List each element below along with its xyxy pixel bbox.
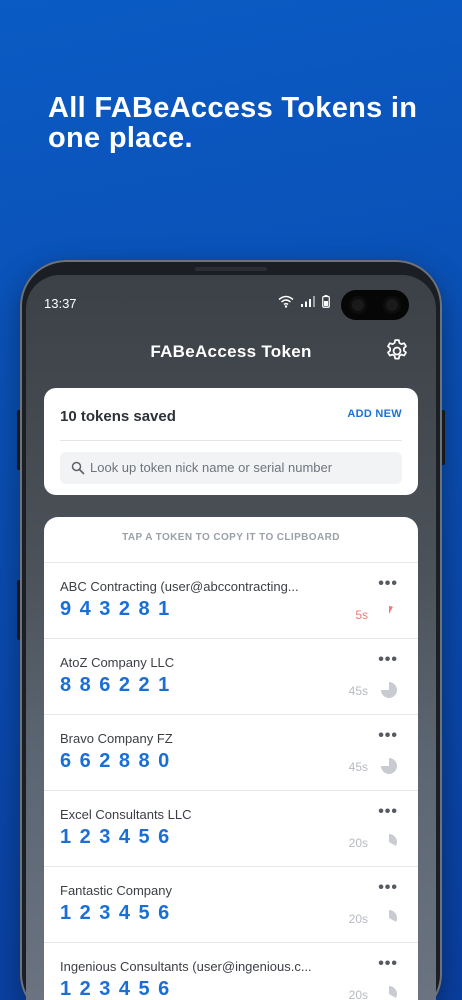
token-code: 662880: [60, 750, 178, 772]
countdown-pie-icon: [389, 986, 397, 998]
tokens-count: 10 tokens saved: [60, 408, 176, 425]
more-options-icon[interactable]: •••: [378, 803, 398, 821]
token-code: 123456: [60, 902, 178, 924]
countdown-pie-icon: [389, 606, 393, 614]
countdown-pie-slice: [389, 910, 397, 922]
token-list: TAP A TOKEN TO COPY IT TO CLIPBOARD ABC …: [44, 517, 418, 1000]
add-new-button[interactable]: ADD NEW: [347, 408, 402, 420]
token-row[interactable]: AtoZ Company LLC 886221 ••• 45s: [44, 639, 418, 715]
token-timer: 45s: [348, 684, 368, 698]
battery-icon: [322, 295, 330, 308]
token-timer: 45s: [348, 760, 368, 774]
token-row[interactable]: ABC Contracting (user@abccontracting... 9…: [44, 563, 418, 639]
search-icon: [71, 461, 85, 475]
more-options-icon[interactable]: •••: [378, 955, 398, 973]
more-options-icon[interactable]: •••: [378, 879, 398, 897]
token-code: 123456: [60, 826, 178, 848]
token-name: AtoZ Company LLC: [60, 655, 175, 670]
countdown-pie-icon: [381, 682, 397, 698]
phone-screen: 13:37 FABeAccess Token 10 tokens saved A…: [26, 275, 436, 1000]
status-bar: 13:37: [26, 275, 436, 331]
more-options-icon[interactable]: •••: [378, 575, 398, 593]
countdown-pie-icon: [389, 834, 397, 846]
copy-hint: TAP A TOKEN TO COPY IT TO CLIPBOARD: [44, 517, 418, 563]
token-timer: 20s: [348, 912, 368, 926]
token-rows: ABC Contracting (user@abccontracting... 9…: [44, 563, 418, 1000]
token-row[interactable]: Bravo Company FZ 662880 ••• 45s: [44, 715, 418, 791]
token-row[interactable]: Fantastic Company 123456 ••• 20s: [44, 867, 418, 943]
countdown-pie-icon: [389, 910, 397, 922]
app-title: FABeAccess Token: [150, 342, 312, 361]
divider: [60, 440, 402, 441]
token-name: Excel Consultants LLC: [60, 807, 192, 822]
token-name: Fantastic Company: [60, 883, 172, 898]
countdown-pie-slice: [381, 758, 397, 774]
promo-headline: All FABeAccess Tokens in one place.: [48, 92, 418, 154]
camera-lens-left: [349, 296, 367, 314]
token-timer: 5s: [355, 608, 368, 622]
wifi-icon: [278, 295, 294, 308]
search-placeholder: Look up token nick name or serial number: [90, 460, 333, 475]
signal-icon: [301, 296, 315, 307]
more-options-icon[interactable]: •••: [378, 651, 398, 669]
token-timer: 20s: [348, 988, 368, 1000]
token-row[interactable]: Ingenious Consultants (user@ingenious.c.…: [44, 943, 418, 1000]
status-time: 13:37: [44, 296, 77, 311]
status-icons: [278, 295, 330, 308]
token-timer: 20s: [348, 836, 368, 850]
camera-lens-right: [383, 296, 401, 314]
token-code: 123456: [60, 978, 178, 1000]
token-code: 943281: [60, 598, 178, 620]
countdown-pie-slice: [381, 682, 397, 698]
countdown-pie-icon: [381, 758, 397, 774]
phone-speaker: [195, 267, 267, 271]
token-name: Bravo Company FZ: [60, 731, 173, 746]
search-input[interactable]: Look up token nick name or serial number: [60, 452, 402, 484]
token-code: 886221: [60, 674, 178, 696]
token-name: ABC Contracting (user@abccontracting...: [60, 579, 299, 594]
countdown-pie-slice: [389, 606, 393, 614]
countdown-pie-slice: [389, 986, 397, 998]
countdown-pie-slice: [389, 834, 397, 846]
settings-gear-icon[interactable]: [384, 338, 410, 364]
front-camera: [341, 290, 409, 320]
token-name: Ingenious Consultants (user@ingenious.c.…: [60, 959, 312, 974]
summary-card: 10 tokens saved ADD NEW Look up token ni…: [44, 388, 418, 495]
token-row[interactable]: Excel Consultants LLC 123456 ••• 20s: [44, 791, 418, 867]
more-options-icon[interactable]: •••: [378, 727, 398, 745]
